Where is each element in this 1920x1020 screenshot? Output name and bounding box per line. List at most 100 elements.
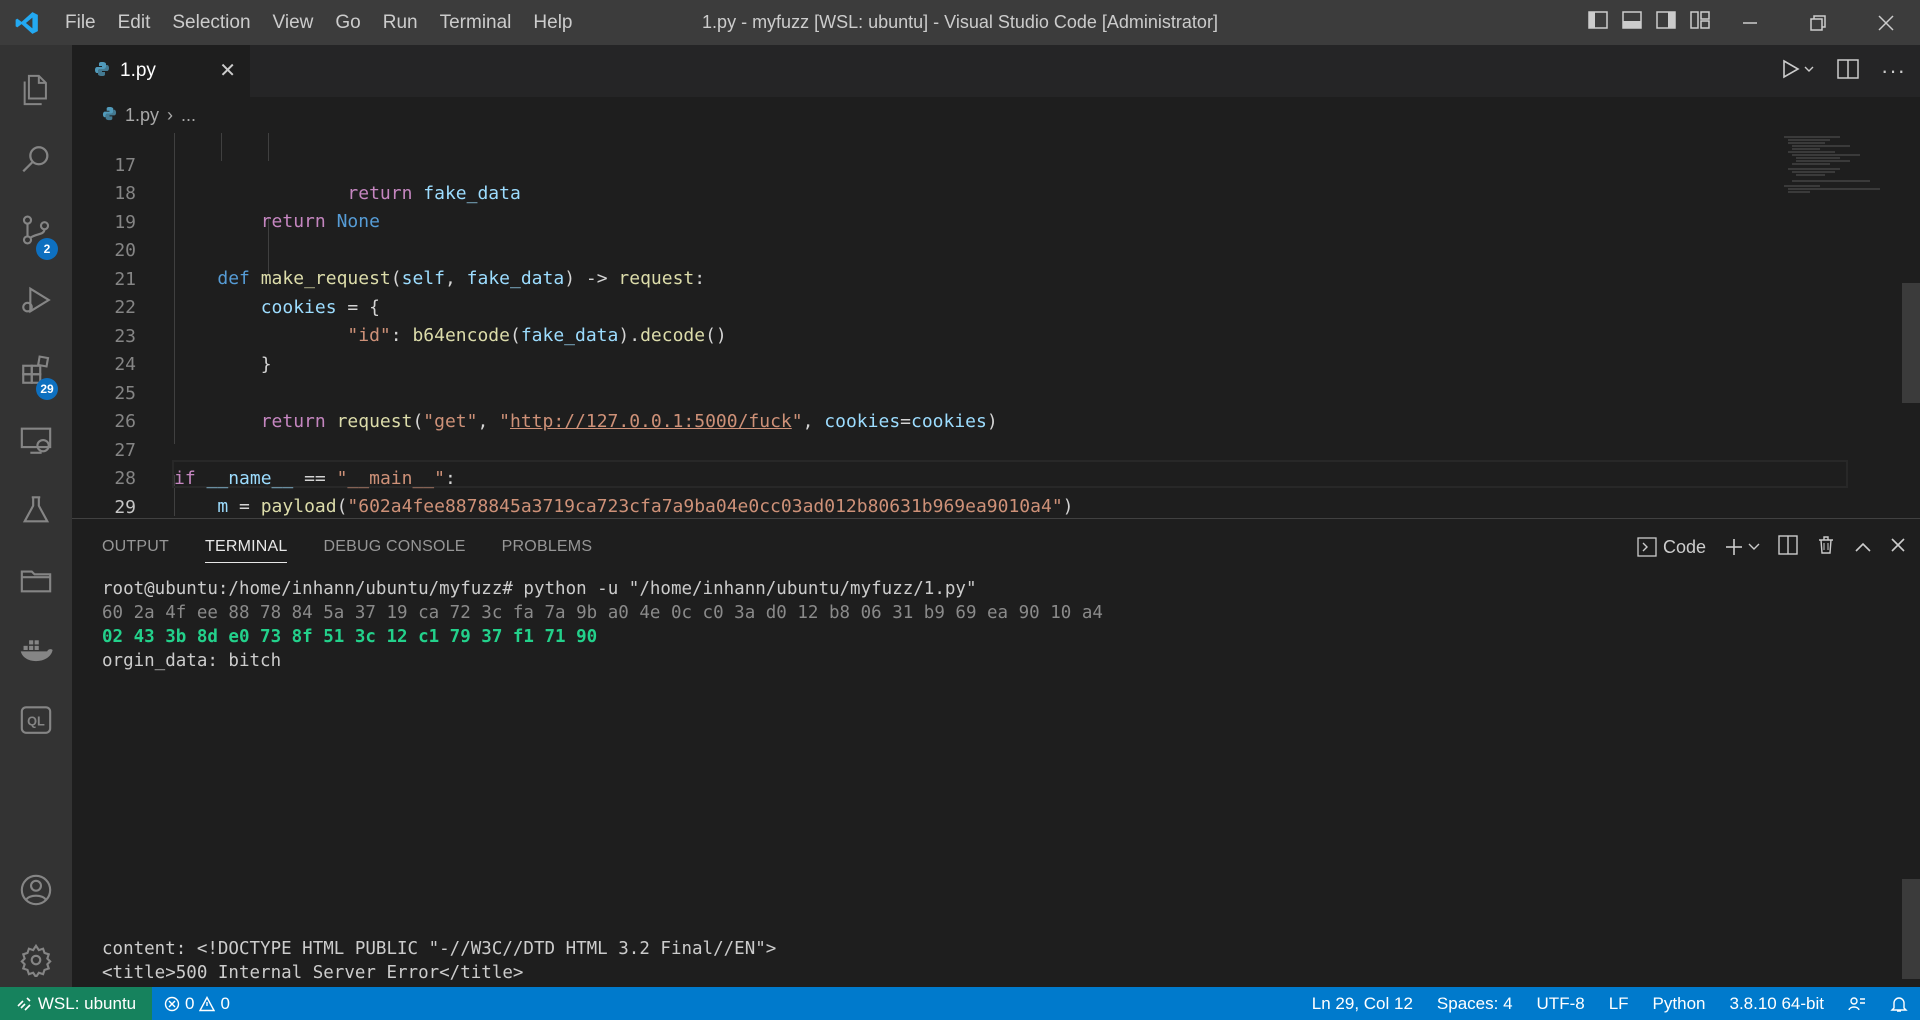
vscode-logo-icon	[0, 0, 54, 45]
code-line: 27 if __name__ == "__main__":	[114, 439, 456, 490]
maximize-panel-chevron-up-icon[interactable]	[1854, 537, 1872, 558]
tab-output[interactable]: OUTPUT	[102, 519, 169, 575]
code-line: 20 def make_request(self, fake_data) -> …	[114, 239, 706, 290]
split-editor-icon[interactable]	[1837, 58, 1859, 84]
files-icon[interactable]	[0, 55, 72, 125]
bottom-panel: OUTPUT TERMINAL DEBUG CONSOLE PROBLEMS C…	[72, 518, 1920, 987]
new-terminal-icon[interactable]	[1724, 537, 1760, 557]
terminal-icon	[1637, 537, 1657, 557]
terminal-output-hex-green: 02 43 3b 8d e0 73 8f 51 3c 12 c1 79 37 f…	[102, 627, 598, 647]
feedback-icon[interactable]	[1836, 995, 1878, 1013]
notifications-bell-icon[interactable]	[1878, 995, 1920, 1013]
editor-scrollbar[interactable]	[1902, 283, 1920, 403]
cursor-position[interactable]: Ln 29, Col 12	[1300, 994, 1425, 1014]
code-editor[interactable]: 17 return fake_data 18 return None 19 20…	[72, 133, 1920, 516]
close-tab-icon[interactable]: ✕	[219, 58, 236, 83]
terminal-output-content: content: <!DOCTYPE HTML PUBLIC "-//W3C//…	[102, 939, 777, 959]
menu-go[interactable]: Go	[324, 0, 371, 45]
title-bar: File Edit Selection View Go Run Terminal…	[0, 0, 1920, 45]
search-icon[interactable]	[0, 125, 72, 195]
tab-1-py[interactable]: 1.py ✕	[72, 45, 250, 97]
menu-terminal[interactable]: Terminal	[429, 0, 523, 45]
extensions-badge: 29	[36, 378, 58, 400]
remote-indicator[interactable]: WSL: ubuntu	[0, 987, 152, 1020]
restore-icon[interactable]	[1784, 0, 1852, 45]
code-line: 19	[114, 211, 136, 233]
encoding[interactable]: UTF-8	[1525, 994, 1597, 1014]
code-line: 24	[114, 353, 136, 375]
status-bar: WSL: ubuntu 0 0 Ln 29, Col 12 Spaces: 4 …	[0, 987, 1920, 1020]
python-file-icon	[102, 105, 117, 126]
panel-actions: Code	[1637, 519, 1906, 575]
folder-icon[interactable]	[0, 545, 72, 615]
chevron-right-icon: ›	[167, 104, 174, 125]
terminal-shell-selector[interactable]: Code	[1637, 537, 1706, 558]
split-terminal-icon[interactable]	[1778, 534, 1798, 560]
code-line: 18 return None	[114, 182, 380, 233]
menu-bar: File Edit Selection View Go Run Terminal…	[54, 0, 584, 45]
warning-icon	[199, 995, 216, 1011]
minimize-icon[interactable]	[1716, 0, 1784, 45]
indentation[interactable]: Spaces: 4	[1425, 994, 1525, 1014]
kill-terminal-trash-icon[interactable]	[1816, 535, 1836, 560]
language-mode[interactable]: Python	[1641, 994, 1718, 1014]
code-line: 28 m = payload("602a4fee8878845a3719ca72…	[114, 467, 1074, 517]
menu-file[interactable]: File	[54, 0, 107, 45]
python-interpreter[interactable]: 3.8.10 64-bit	[1717, 994, 1836, 1014]
more-actions-icon[interactable]: ···	[1881, 58, 1906, 84]
run-python-file-icon[interactable]	[1781, 58, 1815, 85]
code-line: 17 return fake_data	[114, 154, 521, 205]
terminal-output-title: <title>500 Internal Server Error</title>	[102, 963, 524, 983]
extensions-icon[interactable]: 29	[0, 335, 72, 405]
code-line: 21 cookies = {	[114, 268, 380, 319]
window-controls	[1716, 0, 1920, 45]
problems-summary[interactable]: 0 0	[152, 994, 242, 1014]
codeql-icon[interactable]: QL	[0, 685, 72, 755]
code-line: 22 "id": b64encode(fake_data).decode()	[114, 296, 727, 347]
terminal-output-origin: orgin_data: bitch	[102, 651, 282, 671]
toggle-primary-sidebar-icon[interactable]	[1588, 11, 1608, 34]
docker-icon[interactable]	[0, 615, 72, 685]
activity-bar: 2 29 QL	[0, 45, 72, 987]
minimap[interactable]	[1780, 133, 1900, 516]
settings-gear-icon[interactable]	[0, 925, 72, 995]
flask-icon[interactable]	[0, 475, 72, 545]
customize-layout-icon[interactable]	[1690, 11, 1710, 34]
layout-controls	[1588, 0, 1710, 45]
error-count: 0	[185, 993, 195, 1013]
close-window-icon[interactable]	[1852, 0, 1920, 45]
chevron-down-icon	[1748, 543, 1760, 550]
account-icon[interactable]	[0, 855, 72, 925]
source-control-badge: 2	[36, 238, 58, 260]
terminal-output-hex: 60 2a 4f ee 88 78 84 5a 37 19 ca 72 3c f…	[102, 603, 1103, 623]
menu-edit[interactable]: Edit	[107, 0, 162, 45]
breadcrumb-symbol[interactable]: ...	[181, 105, 196, 126]
tab-debug-console[interactable]: DEBUG CONSOLE	[323, 519, 465, 575]
menu-view[interactable]: View	[262, 0, 325, 45]
menu-run[interactable]: Run	[372, 0, 429, 45]
tab-problems[interactable]: PROBLEMS	[502, 519, 593, 575]
menu-help[interactable]: Help	[522, 0, 583, 45]
close-panel-icon[interactable]	[1890, 537, 1906, 558]
terminal-scrollbar[interactable]	[1902, 879, 1920, 979]
code-line-current: 29 m.run()	[114, 496, 136, 517]
menu-selection[interactable]: Selection	[161, 0, 261, 45]
status-bar-right: Ln 29, Col 12 Spaces: 4 UTF-8 LF Python …	[1300, 987, 1920, 1020]
editor-tab-bar: 1.py ✕ ···	[72, 45, 1920, 97]
toggle-panel-icon[interactable]	[1622, 11, 1642, 34]
tab-label: 1.py	[120, 60, 156, 81]
code-line: 26	[114, 410, 136, 432]
code-line: 23 }	[114, 325, 272, 376]
end-of-line[interactable]: LF	[1597, 994, 1641, 1014]
source-control-icon[interactable]: 2	[0, 195, 72, 265]
code-line: 25 return request("get", "http://127.0.0…	[114, 382, 998, 433]
tab-terminal[interactable]: TERMINAL	[204, 519, 288, 575]
remote-explorer-icon[interactable]	[0, 405, 72, 475]
breadcrumb-file[interactable]: 1.py	[125, 105, 159, 126]
remote-label: WSL: ubuntu	[37, 993, 137, 1013]
editor-actions: ···	[1781, 45, 1906, 97]
breadcrumb: 1.py › ...	[72, 97, 1920, 133]
run-debug-icon[interactable]	[0, 265, 72, 335]
toggle-secondary-sidebar-icon[interactable]	[1656, 11, 1676, 34]
error-icon	[164, 996, 180, 1011]
